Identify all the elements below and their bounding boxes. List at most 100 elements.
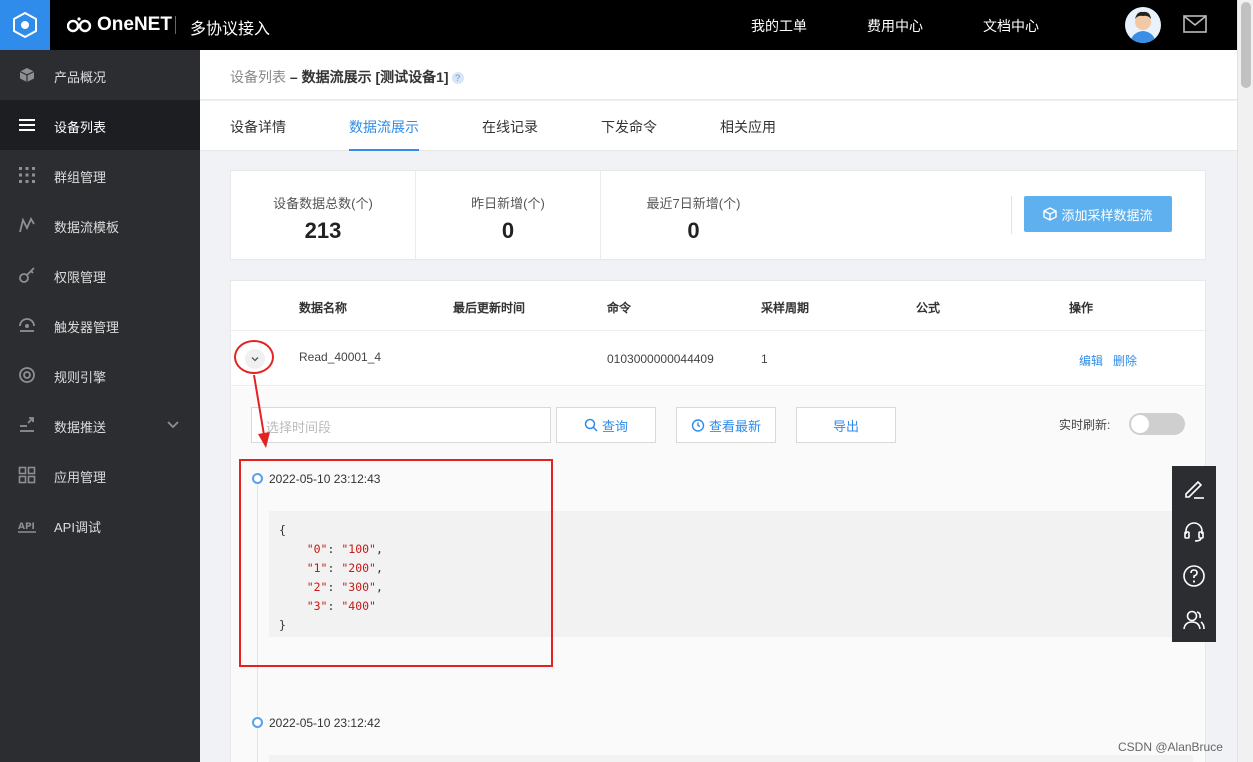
product-name: 多协议接入 — [190, 21, 271, 38]
entry-timestamp: 2022-05-10 23:12:42 — [269, 716, 381, 730]
stats-separator — [1011, 196, 1012, 234]
view-latest-label: 查看最新 — [708, 418, 761, 434]
customer-service-headset-icon[interactable] — [1172, 510, 1216, 554]
breadcrumb-current: 数据流展示 [测试设备1] — [301, 69, 449, 85]
stat-yesterday-new: 昨日新增(个) 0 — [416, 171, 601, 259]
column-header-period: 采样周期 — [761, 301, 810, 315]
stat-value: 0 — [501, 218, 515, 243]
list-icon — [19, 119, 35, 131]
tab-related-apps[interactable]: 相关应用 — [720, 117, 776, 151]
sidebar-item-device-list[interactable]: 设备列表 — [0, 100, 200, 150]
edit-link[interactable]: 编辑 — [1079, 352, 1103, 369]
stat-label: 最近7日新增(个) — [646, 196, 741, 211]
column-header-actions: 操作 — [1069, 301, 1094, 315]
json-payload — [269, 755, 1193, 762]
brand-logo[interactable]: OneNET — [67, 14, 172, 36]
realtime-refresh-label: 实时刷新: — [1059, 418, 1111, 432]
breadcrumb-separator: – — [289, 69, 298, 85]
help-question-icon[interactable]: ? — [451, 72, 464, 85]
tab-device-details[interactable]: 设备详情 — [230, 117, 286, 151]
column-header-command: 命令 — [607, 301, 632, 315]
add-sampling-datastream-button[interactable]: 添加采样数据流 — [1024, 196, 1172, 232]
annotation-red-circle — [234, 340, 274, 374]
tab-online-records[interactable]: 在线记录 — [482, 117, 538, 151]
scrollbar-thumb[interactable] — [1241, 2, 1251, 88]
sidebar: 产品概况 设备列表 群组管理 数据流模板 权限管理 触发器管理 规则引擎 数据推… — [0, 50, 200, 762]
vertical-scrollbar[interactable] — [1237, 0, 1253, 762]
query-button[interactable]: 查询 — [556, 407, 656, 443]
sidebar-item-label: 规则引擎 — [54, 370, 107, 385]
svg-text:API: API — [18, 522, 35, 532]
cell-command: 0103000000044409 — [607, 352, 714, 366]
push-icon — [20, 417, 34, 432]
delete-link[interactable]: 删除 — [1113, 352, 1137, 369]
sidebar-item-group-management[interactable]: 群组管理 — [0, 150, 200, 200]
sidebar-item-label: 群组管理 — [54, 170, 107, 185]
rule-icon — [19, 367, 35, 383]
timeline-dot — [252, 717, 263, 728]
expanded-detail-panel: 选择时间段 查询 查看最新 导出 实时刷新: 2022-05-10 23:12:… — [231, 387, 1205, 762]
breadcrumb-bar: 设备列表 – 数据流展示 [测试设备1]? — [200, 50, 1237, 100]
key-icon — [19, 267, 35, 283]
stream-icon — [19, 217, 35, 233]
community-users-icon[interactable] — [1172, 598, 1216, 642]
tab-datastream-display[interactable]: 数据流展示 — [349, 117, 419, 151]
sidebar-item-api-debug[interactable]: API API调试 — [0, 500, 200, 550]
sidebar-item-label: 设备列表 — [54, 120, 107, 135]
nav-docs-center[interactable]: 文档中心 — [983, 16, 1039, 36]
refresh-clock-icon — [691, 419, 705, 432]
column-header-name: 数据名称 — [299, 301, 348, 315]
chevron-down-icon — [167, 421, 179, 429]
breadcrumb: 设备列表 – 数据流展示 [测试设备1]? — [230, 67, 464, 87]
onenet-logo-icon — [67, 17, 92, 33]
tab-send-command[interactable]: 下发命令 — [601, 117, 657, 151]
query-label: 查询 — [601, 418, 628, 434]
sidebar-item-label: 应用管理 — [54, 470, 107, 485]
main-content: 设备列表 – 数据流展示 [测试设备1]? 设备详情 数据流展示 在线记录 下发… — [200, 50, 1237, 762]
stat-value: 0 — [687, 218, 700, 243]
export-label: 导出 — [832, 418, 859, 434]
edit-pen-icon[interactable] — [1172, 466, 1216, 510]
sidebar-item-data-push[interactable]: 数据推送 — [0, 400, 200, 450]
stats-panel: 设备数据总数(个) 213 昨日新增(个) 0 最近7日新增(个) 0 添加采样… — [230, 170, 1206, 260]
sidebar-item-permission-management[interactable]: 权限管理 — [0, 250, 200, 300]
stat-label: 昨日新增(个) — [471, 196, 545, 211]
user-avatar[interactable] — [1125, 7, 1161, 43]
time-range-input[interactable]: 选择时间段 — [251, 407, 551, 443]
sidebar-item-label: 数据推送 — [54, 420, 107, 435]
search-icon — [584, 418, 598, 432]
api-icon: API — [18, 522, 36, 533]
floating-toolbar — [1172, 466, 1216, 642]
export-button[interactable]: 导出 — [796, 407, 896, 443]
sidebar-item-label: API调试 — [54, 520, 101, 535]
table-row: Read_40001_4 0103000000044409 1 编辑 删除 — [231, 332, 1205, 386]
sidebar-item-rule-engine[interactable]: 规则引擎 — [0, 350, 200, 400]
mail-icon[interactable] — [1183, 15, 1207, 36]
stat-total-data: 设备数据总数(个) 213 — [231, 171, 416, 259]
brand-name: OneNET — [97, 14, 172, 35]
view-latest-button[interactable]: 查看最新 — [676, 407, 776, 443]
sidebar-item-label: 权限管理 — [54, 270, 107, 285]
nav-billing-center[interactable]: 费用中心 — [867, 16, 923, 36]
datastream-table: 数据名称 最后更新时间 命令 采样周期 公式 操作 Read_40001_4 0… — [230, 280, 1206, 762]
sidebar-item-label: 触发器管理 — [54, 320, 120, 335]
help-question-icon[interactable] — [1172, 554, 1216, 598]
cube-icon — [19, 68, 35, 82]
sidebar-item-label: 数据流模板 — [54, 220, 120, 235]
realtime-refresh-toggle[interactable] — [1129, 413, 1185, 435]
sidebar-item-app-management[interactable]: 应用管理 — [0, 450, 200, 500]
apps-icon — [18, 466, 36, 484]
brand-divider — [175, 16, 176, 34]
logo-hexagon-icon[interactable] — [0, 0, 50, 50]
top-bar: OneNET 多协议接入 我的工单 费用中心 文档中心 — [0, 0, 1237, 50]
nav-my-tickets[interactable]: 我的工单 — [751, 16, 807, 36]
sidebar-item-trigger-management[interactable]: 触发器管理 — [0, 300, 200, 350]
stat-last7days-new: 最近7日新增(个) 0 — [601, 171, 786, 259]
sidebar-item-product-overview[interactable]: 产品概况 — [0, 50, 200, 100]
column-header-formula: 公式 — [916, 301, 941, 315]
box-icon — [1043, 207, 1058, 221]
annotation-red-box — [239, 459, 553, 667]
sidebar-item-datastream-template[interactable]: 数据流模板 — [0, 200, 200, 250]
tabs-bar: 设备详情 数据流展示 在线记录 下发命令 相关应用 — [200, 101, 1237, 151]
breadcrumb-device-list-link[interactable]: 设备列表 — [230, 69, 286, 85]
